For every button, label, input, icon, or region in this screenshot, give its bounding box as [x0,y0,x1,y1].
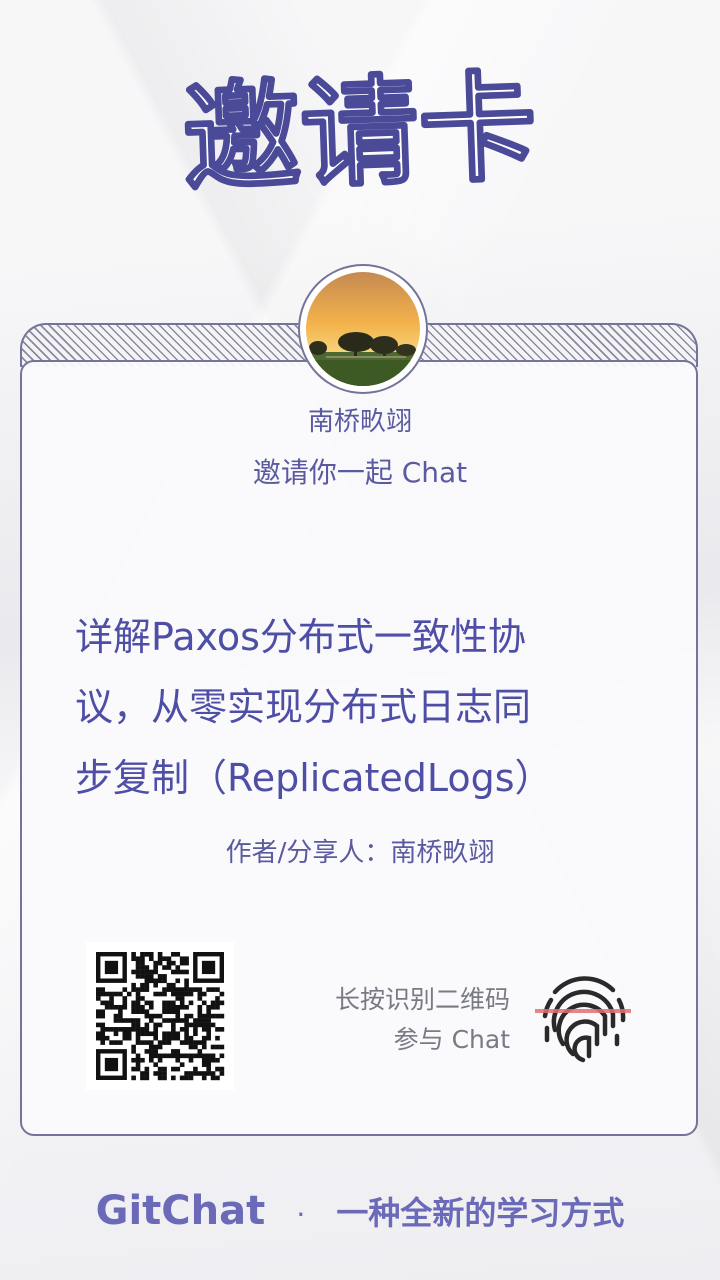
author-line: 作者/分享人：南桥畂翊 [225,838,495,868]
footer-separator: · [296,1198,306,1231]
invitation-card-page: 邀请卡 南桥畂翊 邀请你一起 Chat 详解Paxos分布式一致性协 议，从零实… [0,0,720,1280]
footer-brand: GitChat [95,1188,266,1234]
fingerprint-icon[interactable] [533,964,633,1064]
topic-title-line-3: 步复制（ReplicatedLogs） [75,756,553,800]
qr-hint-line-1: 长按识别二维码 [334,985,510,1014]
footer: GitChat · 一种全新的学习方式 [0,1188,720,1234]
qr-code-pattern [96,952,225,1081]
page-title: 邀请卡 [179,62,541,210]
topic-title-line-2: 议，从零实现分布式日志同 [75,685,532,729]
user-name: 南桥畂翊 [307,407,412,437]
qr-hint-line-2: 参与 Chat [393,1025,510,1054]
footer-slogan: 一种全新的学习方式 [336,1194,625,1232]
topic-title-line-1: 详解Paxos分布式一致性协 [75,615,526,659]
avatar [298,264,428,394]
avatar-image [306,272,420,386]
qr-code[interactable] [86,942,234,1090]
page-title-text: 邀请卡 [180,62,539,208]
invite-text: 邀请你一起 Chat [252,456,468,489]
